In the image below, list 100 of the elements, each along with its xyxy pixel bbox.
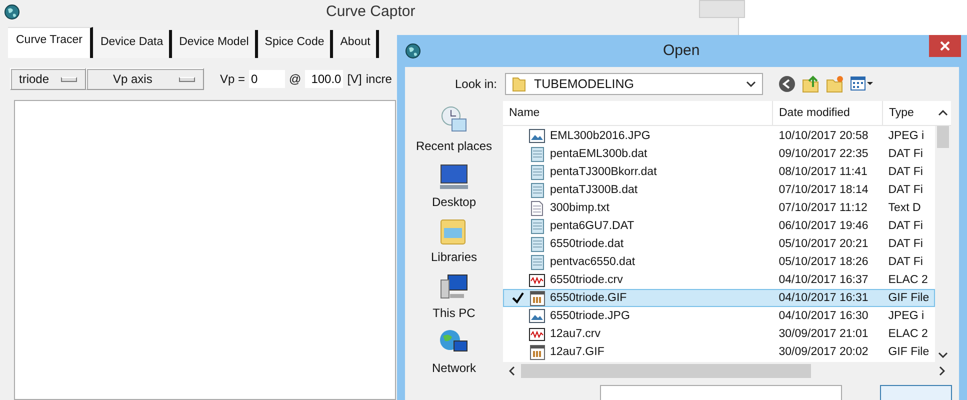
file-type: ELAC 2 — [887, 274, 929, 286]
file-name: 6550triode.GIF — [550, 292, 627, 304]
file-row[interactable]: 12au7.GIF 30/09/2017 20:02 GIF File — [503, 343, 935, 361]
file-type: JPEG i — [887, 130, 926, 142]
column-header[interactable]: Name — [503, 101, 773, 125]
dropdown[interactable]: triode — [10, 68, 86, 90]
file-type: DAT Fi — [887, 148, 924, 160]
curve-file-icon — [529, 272, 545, 288]
sidebar-item[interactable]: Desktop — [432, 160, 476, 212]
file-date: 05/10/2017 18:26 — [778, 256, 870, 268]
file-date: 07/10/2017 11:12 — [778, 202, 868, 214]
file-name: 12au7.GIF — [550, 346, 604, 358]
checkmark-icon — [512, 292, 524, 304]
file-row[interactable]: 12au7.crv 30/09/2017 21:01 ELAC 2 — [503, 325, 935, 343]
file-name: pentaTJ300Bkorr.dat — [550, 166, 657, 178]
window-title: Curve Captor — [326, 3, 416, 20]
file-row[interactable]: pentaTJ300B.dat 07/10/2017 18:14 DAT Fi — [503, 181, 935, 199]
file-date: 04/10/2017 16:31 — [778, 292, 870, 304]
file-name: EML300b2016.JPG — [550, 130, 650, 142]
dat-file-icon — [529, 146, 545, 162]
curve-file-icon — [529, 326, 545, 342]
file-name: pentaTJ300B.dat — [550, 184, 638, 196]
grip-icon — [61, 76, 77, 82]
grip-icon — [179, 76, 195, 82]
folder-up-icon — [802, 75, 820, 93]
tab[interactable]: Device Data — [94, 30, 172, 58]
scrollbar-thumb[interactable] — [521, 364, 811, 378]
file-name: 6550triode.JPG — [550, 310, 630, 322]
text-file-icon — [529, 200, 545, 216]
new-folder-button[interactable] — [825, 74, 845, 94]
file-date: 06/10/2017 19:46 — [778, 220, 870, 232]
sidebar-item[interactable]: Network — [432, 327, 476, 379]
dialog-title: Open — [663, 42, 700, 59]
tab[interactable]: Device Model — [173, 30, 258, 58]
chevron-right-icon — [939, 366, 945, 376]
dat-file-icon — [529, 164, 545, 180]
file-type: DAT Fi — [887, 166, 924, 178]
file-row[interactable]: 6550triode.dat 05/10/2017 20:21 DAT Fi — [503, 235, 935, 253]
file-name: 6550triode.crv — [550, 274, 623, 286]
gif-file-icon — [529, 344, 545, 360]
file-row[interactable]: 6550triode.JPG 04/10/2017 16:30 JPEG i — [503, 307, 935, 325]
dat-file-icon — [529, 236, 545, 252]
file-row[interactable]: 6550triode.GIF 04/10/2017 16:31 GIF File — [503, 289, 935, 307]
label: incre — [366, 72, 392, 86]
sidebar-item[interactable]: Recent places — [416, 105, 492, 157]
dat-file-icon — [529, 182, 545, 198]
window-button[interactable] — [699, 0, 745, 18]
file-date: 30/09/2017 21:01 — [778, 328, 870, 340]
column-header[interactable]: Date modified — [773, 101, 883, 125]
dat-file-icon — [529, 218, 545, 234]
file-type: ELAC 2 — [887, 328, 929, 340]
tab[interactable]: Spice Code — [258, 30, 334, 58]
file-row[interactable]: pentaTJ300Bkorr.dat 08/10/2017 11:41 DAT Fi — [503, 163, 935, 181]
tab[interactable]: Curve Tracer — [8, 27, 94, 58]
file-row[interactable]: penta6GU7.DAT 06/10/2017 19:46 DAT Fi — [503, 217, 935, 235]
file-type: Text D — [887, 202, 922, 214]
file-date: 08/10/2017 11:41 — [778, 166, 868, 178]
close-button[interactable] — [929, 35, 961, 57]
file-type: GIF File — [887, 346, 930, 358]
column-header[interactable]: Type — [883, 101, 935, 125]
file-name: 6550triode.dat — [550, 238, 624, 250]
file-row[interactable]: pentaEML300b.dat 09/10/2017 22:35 DAT Fi — [503, 145, 935, 163]
file-row[interactable]: EML300b2016.JPG 10/10/2017 20:58 JPEG i — [503, 127, 935, 145]
dat-file-icon — [529, 254, 545, 270]
file-name: pentaEML300b.dat — [550, 148, 648, 160]
file-type: DAT Fi — [887, 238, 924, 250]
file-date: 05/10/2017 20:21 — [778, 238, 870, 250]
file-name: 300bimp.txt — [550, 202, 610, 214]
chevron-down-icon — [938, 352, 948, 358]
file-name: pentvac6550.dat — [550, 256, 636, 268]
folder-dropdown[interactable]: TUBEMODELING — [505, 73, 763, 95]
dropdown[interactable]: Vp axis — [86, 68, 204, 90]
up-folder-button[interactable] — [801, 74, 821, 94]
file-date: 07/10/2017 18:14 — [778, 184, 870, 196]
chevron-icon — [746, 81, 756, 87]
label: [V] — [347, 72, 362, 86]
file-date: 04/10/2017 16:30 — [778, 310, 870, 322]
sidebar-item[interactable]: This PC — [432, 272, 476, 324]
tab[interactable]: About — [334, 30, 380, 58]
file-row[interactable]: 6550triode.crv 04/10/2017 16:37 ELAC 2 — [503, 271, 935, 289]
file-type: DAT Fi — [887, 256, 924, 268]
voltage-field[interactable]: 0 — [249, 70, 286, 88]
sidebar-item[interactable]: Libraries — [430, 216, 478, 268]
scrollbar-thumb[interactable] — [937, 126, 949, 148]
back-button[interactable] — [777, 74, 797, 94]
step-field[interactable]: 100.0 — [305, 70, 344, 88]
new-folder-icon — [826, 75, 844, 93]
chevron-left-icon — [509, 366, 515, 376]
file-date: 09/10/2017 22:35 — [778, 148, 870, 160]
image-file-icon — [529, 308, 545, 324]
view-grid-icon — [850, 76, 874, 92]
globe-icon — [405, 43, 421, 59]
file-row[interactable]: pentvac6550.dat 05/10/2017 18:26 DAT Fi — [503, 253, 935, 271]
file-date: 30/09/2017 20:02 — [778, 346, 870, 358]
view-menu-button[interactable] — [849, 75, 875, 93]
globe-icon — [4, 4, 20, 20]
file-date: 10/10/2017 20:58 — [778, 130, 870, 142]
file-type: JPEG i — [887, 310, 926, 322]
file-row[interactable]: 300bimp.txt 07/10/2017 11:12 Text D — [503, 199, 935, 217]
image-file-icon — [529, 128, 545, 144]
